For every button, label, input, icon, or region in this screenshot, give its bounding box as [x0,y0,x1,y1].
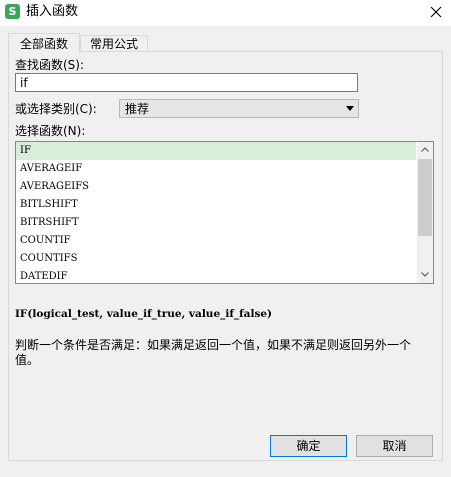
list-item[interactable]: AVERAGEIF [16,160,416,178]
chevron-up-icon [421,147,429,152]
list-item[interactable]: COUNTIF [16,232,416,250]
tab-common-formulas[interactable]: 常用公式 [80,35,148,52]
list-item[interactable]: IF [16,142,416,160]
search-input[interactable] [15,73,358,92]
chevron-down-icon [421,272,429,277]
dialog-body: 全部函数 常用公式 查找函数(S): 或选择类别(C): 推荐 选择函数(N):… [0,26,451,477]
function-list-label: 选择函数(N): [15,124,86,138]
scroll-up-button[interactable] [417,142,433,158]
cancel-button[interactable]: 取消 [356,435,433,457]
title-bar: S 插入函数 [0,0,451,26]
scrollbar-thumb[interactable] [418,159,432,236]
function-description: 判断一个条件是否满足：如果满足返回一个值，如果不满足则返回另外一个值。 [15,338,412,367]
app-logo-icon: S [5,4,20,19]
category-select[interactable]: 推荐 [119,99,359,118]
tab-all-functions[interactable]: 全部函数 [8,33,80,53]
list-item[interactable]: AVERAGEIFS [16,178,416,196]
search-label: 查找函数(S): [15,58,85,72]
window-title: 插入函数 [26,4,79,19]
dropdown-arrow-icon [346,106,354,111]
ok-button[interactable]: 确定 [270,435,347,457]
function-list[interactable]: IF AVERAGEIF AVERAGEIFS BITLSHIFT BITRSH… [15,141,434,284]
list-item[interactable]: COUNTIFS [16,250,416,268]
list-item[interactable]: BITLSHIFT [16,196,416,214]
close-icon [430,6,442,18]
function-signature: IF(logical_test, value_if_true, value_if… [15,308,272,320]
list-item[interactable]: DATEDIF [16,268,416,283]
scroll-down-button[interactable] [417,267,433,283]
vertical-scrollbar[interactable] [417,142,433,283]
category-value: 推荐 [125,102,150,116]
category-label: 或选择类别(C): [15,102,97,116]
close-button[interactable] [424,1,448,23]
list-item[interactable]: BITRSHIFT [16,214,416,232]
